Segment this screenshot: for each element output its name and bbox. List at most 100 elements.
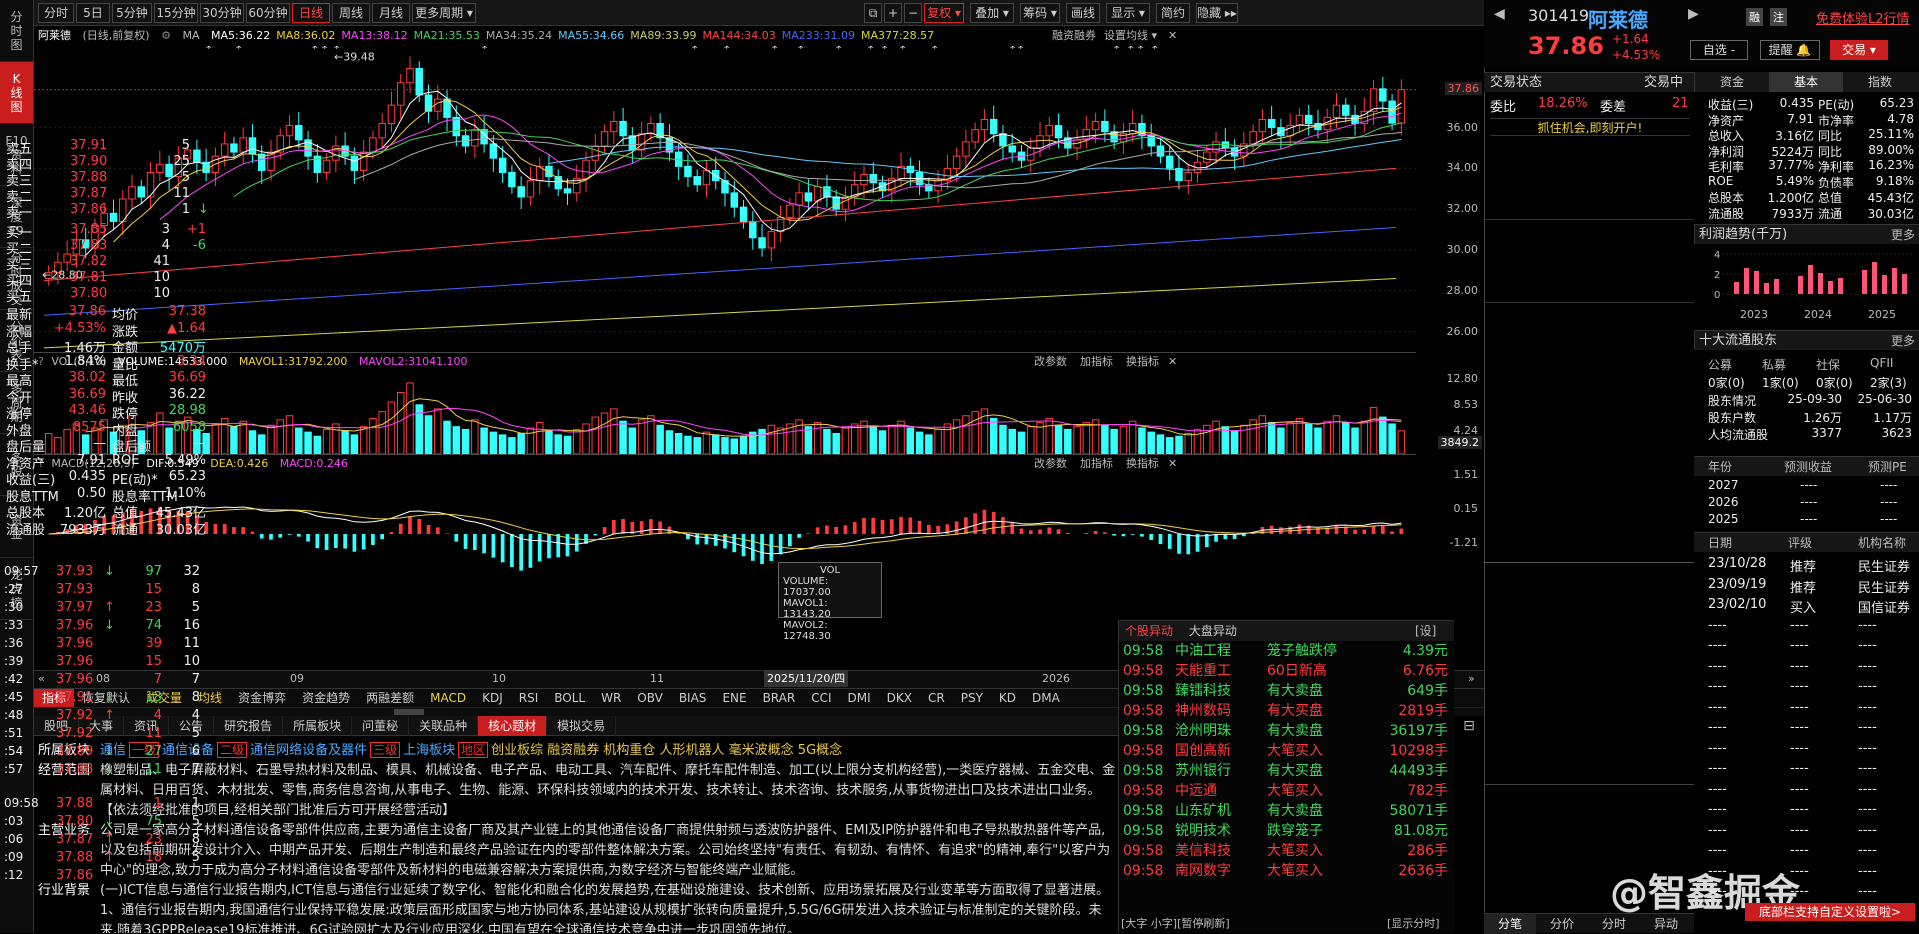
period-button-3[interactable]: 15分钟 — [154, 3, 198, 23]
info-tab-9[interactable]: 模拟交易 — [547, 716, 617, 736]
alert-row[interactable]: 09:58 美信科技 大笔买入 286手 — [1119, 841, 1454, 861]
alert-stock[interactable]: 美信科技 — [1175, 841, 1231, 861]
f10-tab-1[interactable]: 基本 — [1769, 72, 1843, 92]
concept-tags[interactable]: 创业板综 融资融券 机构重仓 人形机器人 毫米波概念 5G概念 — [491, 743, 842, 758]
show-timeshare[interactable]: [显示分时] — [1387, 915, 1440, 933]
macd-add-link[interactable]: 加指标 — [1080, 455, 1113, 473]
margin-link[interactable]: 融资融券 — [1052, 26, 1096, 46]
rating-cell[interactable]: ---- — [1858, 782, 1877, 797]
alert-stock[interactable]: 臻镭科技 — [1175, 681, 1231, 701]
more-link[interactable]: 更多 — [1891, 225, 1915, 245]
rating-cell[interactable]: ---- — [1858, 802, 1877, 817]
vol-switch-link[interactable]: 换指标 — [1126, 353, 1159, 371]
alert-tab-stock[interactable]: 个股异动 — [1119, 621, 1179, 641]
alert-stock[interactable]: 锐明技术 — [1175, 821, 1231, 841]
info-tab-4[interactable]: 研究报告 — [214, 716, 284, 736]
indicator-17[interactable]: DMI — [840, 689, 879, 707]
rating-cell[interactable]: ---- — [1858, 823, 1877, 838]
period-button-0[interactable]: 分时 — [38, 3, 74, 23]
rating-cell[interactable]: ---- — [1858, 884, 1877, 899]
macd-switch-link[interactable]: 换指标 — [1126, 455, 1159, 473]
add-watchlist-button[interactable]: 自选 - — [1690, 40, 1748, 60]
sidebar-item-0[interactable]: 分时图 — [0, 0, 33, 62]
indicator-15[interactable]: BRAR — [755, 689, 804, 707]
tick-tab-0[interactable]: 分笔 — [1484, 914, 1536, 934]
tool-button-3[interactable]: 画线 — [1066, 3, 1100, 23]
alert-row[interactable]: 09:58 南网数字 大笔买入 2636手 — [1119, 861, 1454, 881]
period-button-7[interactable]: 周线 — [332, 3, 370, 23]
info-tab-8[interactable]: 核心题材 — [478, 716, 548, 736]
period-button-1[interactable]: 5日 — [76, 3, 110, 23]
alert-stock[interactable]: 天能重工 — [1175, 661, 1231, 681]
indicator-16[interactable]: CCI — [803, 689, 839, 707]
indicator-5[interactable]: 资金趋势 — [294, 689, 358, 707]
rating-cell[interactable]: ---- — [1858, 659, 1877, 674]
tick-tab-3[interactable]: 异动 — [1640, 914, 1692, 934]
alert-stock[interactable]: 沧州明珠 — [1175, 721, 1231, 741]
sector-name[interactable]: 通信网络设备及器件 — [250, 743, 367, 758]
alert-stock[interactable]: 国创高新 — [1175, 741, 1231, 761]
indicator-6[interactable]: 两融差额 — [358, 689, 422, 707]
custom-bar-tip[interactable]: 底部栏支持自定义设置啦> — [1745, 903, 1915, 921]
indicator-10[interactable]: BOLL — [546, 689, 593, 707]
indicator-4[interactable]: 资金博弈 — [230, 689, 294, 707]
alert-row[interactable]: 09:58 神州数码 有大买盘 2819手 — [1119, 701, 1454, 721]
rating-cell[interactable]: ---- — [1858, 761, 1877, 776]
period-button-2[interactable]: 5分钟 — [112, 3, 152, 23]
close-icon[interactable]: ✕ — [1168, 26, 1177, 46]
rating-cell[interactable]: 民生证券 — [1858, 577, 1910, 596]
rating-cell[interactable]: ---- — [1858, 864, 1877, 879]
more-link[interactable]: 更多 — [1891, 331, 1915, 351]
alert-stock[interactable]: 神州数码 — [1175, 701, 1231, 721]
indicator-7[interactable]: MACD — [422, 689, 474, 707]
rating-cell[interactable]: 国信证券 — [1858, 597, 1910, 616]
prev-stock-icon[interactable]: ◀ — [1494, 6, 1505, 22]
tool-button-0[interactable]: 复权 ▾ — [924, 3, 964, 23]
expand-icon[interactable]: ⊟ — [1454, 716, 1484, 736]
vol-param-link[interactable]: 改参数 — [1034, 353, 1067, 371]
indicator-14[interactable]: ENE — [714, 689, 754, 707]
margin-badge[interactable]: 融 — [1746, 8, 1763, 26]
font-size-toggle[interactable]: [大字 小字][暂停刷新] — [1121, 915, 1230, 933]
rating-cell[interactable]: ---- — [1858, 638, 1877, 653]
indicator-12[interactable]: OBV — [629, 689, 671, 707]
rating-cell[interactable]: ---- — [1858, 700, 1877, 715]
note-badge[interactable]: 注 — [1770, 8, 1787, 26]
alert-row[interactable]: 09:58 中油工程 笼子触跌停 4.39元 — [1119, 641, 1454, 661]
indicator-9[interactable]: RSI — [511, 689, 547, 707]
info-tab-5[interactable]: 所属板块 — [283, 716, 353, 736]
indicator-21[interactable]: KD — [991, 689, 1024, 707]
indicator-22[interactable]: DMA — [1024, 689, 1068, 707]
close-icon[interactable]: ✕ — [1168, 455, 1177, 473]
tick-tab-1[interactable]: 分价 — [1536, 914, 1588, 934]
scroll-right-icon[interactable]: » — [1468, 671, 1475, 687]
tool-button-2[interactable]: 筹码 ▾ — [1020, 3, 1060, 23]
period-button-4[interactable]: 30分钟 — [200, 3, 244, 23]
rating-cell[interactable]: 民生证券 — [1858, 556, 1910, 575]
alert-row[interactable]: 09:58 中远通 大笔买入 782手 — [1119, 781, 1454, 801]
tool-button-6[interactable]: 隐藏 ▸▸ — [1196, 3, 1238, 23]
period-button-5[interactable]: 60分钟 — [246, 3, 290, 23]
rating-cell[interactable]: ---- — [1858, 843, 1877, 858]
alert-stock[interactable]: 中油工程 — [1175, 641, 1231, 661]
indicator-19[interactable]: CR — [920, 689, 953, 707]
scroll-left-icon[interactable]: « — [38, 671, 45, 687]
period-button-9[interactable]: 更多周期 ▾ — [412, 3, 476, 23]
f10-tab-0[interactable]: 资金 — [1695, 72, 1769, 92]
period-button-6[interactable]: 日线 — [292, 3, 330, 23]
sidebar-item-1[interactable]: K线图 — [0, 62, 33, 124]
indicator-13[interactable]: BIAS — [671, 689, 715, 707]
alert-row[interactable]: 09:58 山东矿机 有大卖盘 58071手 — [1119, 801, 1454, 821]
info-tab-7[interactable]: 关联品种 — [409, 716, 479, 736]
alert-stock[interactable]: 中远通 — [1175, 781, 1217, 801]
tool-button-1[interactable]: 叠加 ▾ — [970, 3, 1014, 23]
alert-row[interactable]: 09:58 沧州明珠 有大卖盘 36197手 — [1119, 721, 1454, 741]
alert-row[interactable]: 09:58 臻镭科技 有大卖盘 649手 — [1119, 681, 1454, 701]
gear-icon[interactable]: ⚙ — [161, 29, 171, 42]
tool-button-4[interactable]: 显示 ▾ — [1106, 3, 1150, 23]
kline-chart[interactable]: ←39.48←28.80* * * * * * * * * * * * * * * * * * * * * — [34, 46, 1416, 352]
alert-row[interactable]: 09:58 苏州银行 有大买盘 44493手 — [1119, 761, 1454, 781]
zoom-out-icon[interactable]: − — [904, 3, 922, 23]
sector-name[interactable]: 上海板块 — [403, 743, 455, 758]
next-stock-icon[interactable]: ▶ — [1688, 6, 1699, 22]
